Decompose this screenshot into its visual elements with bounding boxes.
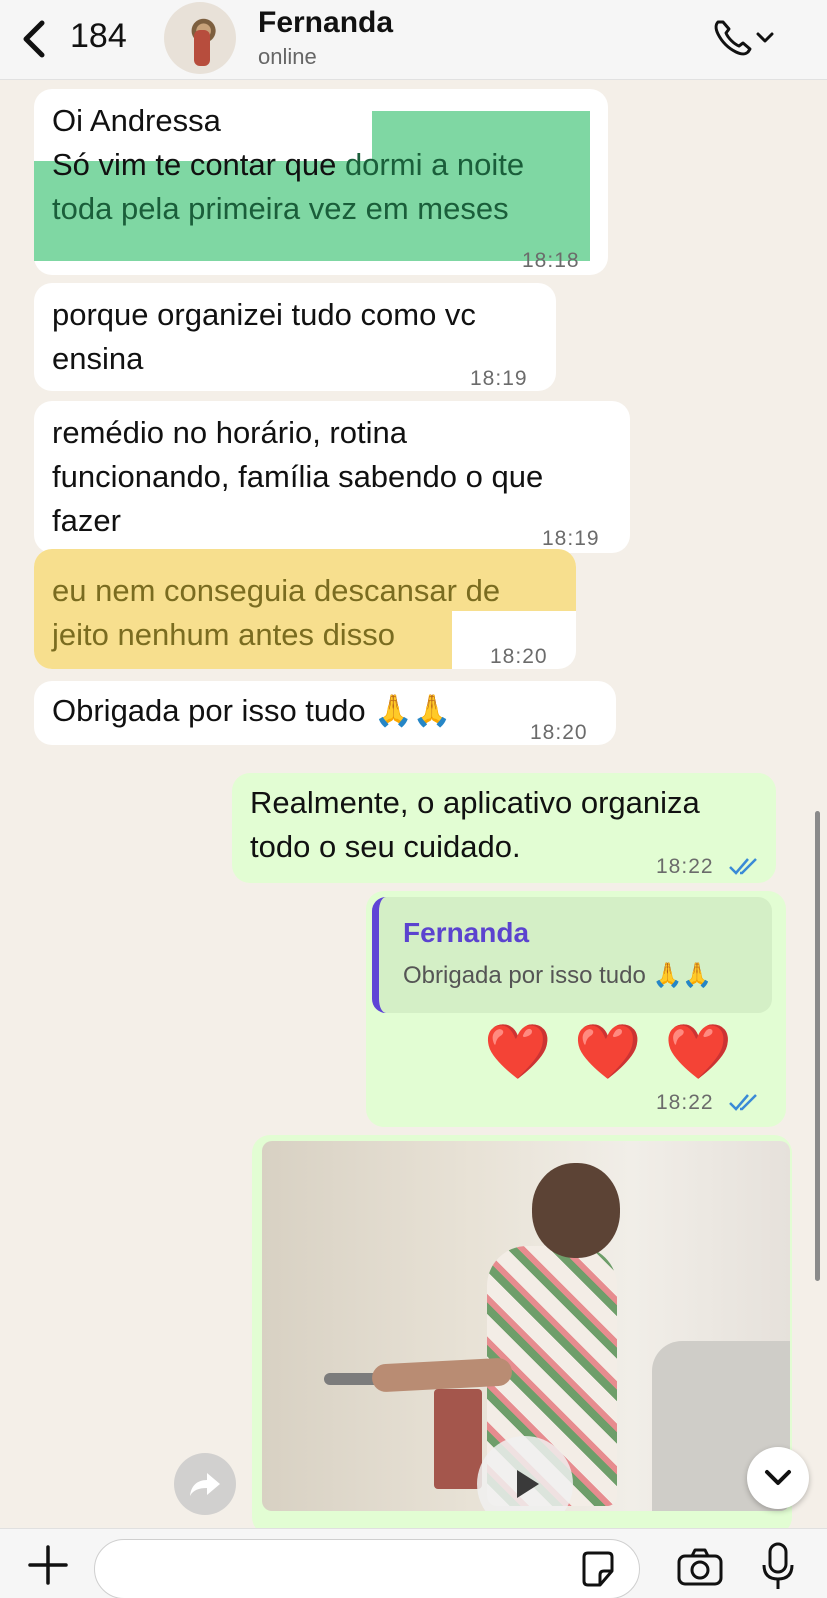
message-incoming[interactable]: remédio no horário, rotina funcionando, … [34,401,630,553]
message-line: todo o seu cuidado. [250,829,521,864]
phone-icon [714,20,774,56]
reply-author: Fernanda [403,917,530,948]
forward-icon [190,1473,220,1496]
message-line: jeito nenhum antes disso [52,617,395,652]
unread-count[interactable]: 184 [70,17,127,56]
video-scene-towel [434,1389,482,1489]
quoted-reply[interactable]: Fernanda Obrigada por isso tudo 🙏🙏 [372,897,772,1013]
message-time: 18:19 [470,367,528,390]
message-incoming[interactable]: Obrigada por isso tudo 🙏🙏 18:20 [34,681,616,745]
sticker-button[interactable] [578,1549,618,1589]
message-line: ensina [52,341,144,376]
scroll-down-button[interactable] [747,1447,809,1509]
contact-status: online [258,44,317,69]
message-line: Oi Andressa [52,103,221,138]
read-ticks-icon [728,1091,762,1118]
scrollbar[interactable] [815,811,820,1281]
camera-icon [677,1548,723,1586]
message-time: 18:22 [656,855,714,878]
chevron-down-icon [756,32,774,43]
avatar[interactable] [164,2,236,74]
message-time: 18:18 [522,249,580,272]
message-incoming[interactable]: eu nem conseguia descansar de jeito nenh… [34,549,576,669]
message-line: eu nem conseguia descansar de [52,573,501,608]
message-incoming[interactable]: porque organizei tudo como vc ensina 18:… [34,283,556,391]
read-ticks-icon [728,845,762,889]
heart-emojis: ❤️ ❤️ ❤️ [484,1022,736,1082]
mic-icon [762,1542,794,1589]
message-line: Só vim te contar que dormi a noite [52,147,525,182]
video-thumbnail[interactable] [262,1141,790,1511]
forward-button[interactable] [174,1453,236,1515]
camera-button[interactable] [676,1547,724,1587]
message-outgoing[interactable]: Realmente, o aplicativo organiza todo o … [232,773,776,883]
contact-name[interactable]: Fernanda [258,6,393,40]
message-line: Obrigada por isso tudo 🙏🙏 [52,693,452,728]
play-icon [517,1470,539,1498]
message-line: fazer [52,503,121,538]
message-line: porque organizei tudo como vc [52,297,476,332]
message-input[interactable] [94,1539,640,1598]
call-button[interactable] [710,16,780,60]
message-time: 18:20 [530,721,588,744]
message-time: 18:20 [490,645,548,668]
message-line: Realmente, o aplicativo organiza [250,785,700,820]
attach-button[interactable] [26,1543,70,1587]
chat-area[interactable]: Oi Andressa Só vim te contar que dormi a… [0,81,827,1528]
message-time: 18:22 [656,1091,714,1114]
message-line: funcionando, família sabendo o que [52,459,544,494]
back-button[interactable] [20,12,60,66]
sticker-icon [582,1551,614,1587]
message-incoming[interactable]: Oi Andressa Só vim te contar que dormi a… [34,89,608,275]
chat-header: 184 Fernanda online [0,0,827,80]
chevron-left-icon [23,20,45,58]
video-scene-head [532,1163,620,1258]
message-line: remédio no horário, rotina [52,415,407,450]
chevron-down-icon [765,1470,791,1485]
voice-message-button[interactable] [760,1541,796,1593]
composer-bar [0,1528,827,1598]
message-line: toda pela primeira vez em meses [52,191,509,226]
plus-icon [28,1545,68,1585]
reply-text: Obrigada por isso tudo 🙏🙏 [403,962,713,989]
